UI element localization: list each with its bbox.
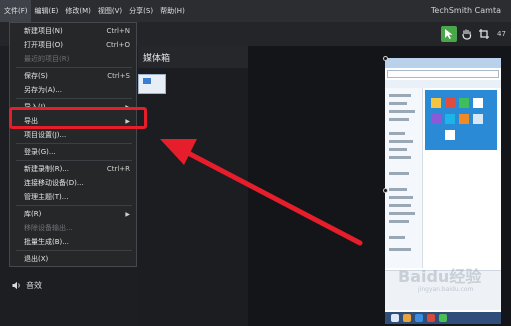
annotation-arrow xyxy=(160,139,363,246)
arrow-shaft xyxy=(185,150,363,246)
camtasia-window: 文件(F) 编辑(E) 修改(M) 视图(V) 分享(S) 帮助(H) Tech… xyxy=(0,0,511,326)
